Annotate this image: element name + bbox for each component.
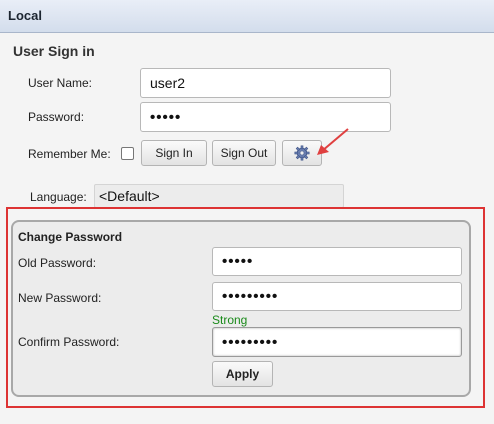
language-select[interactable]: <Default> bbox=[94, 184, 344, 208]
old-password-label: Old Password: bbox=[18, 256, 97, 270]
sign-out-button[interactable]: Sign Out bbox=[212, 140, 276, 166]
new-password-label: New Password: bbox=[18, 291, 102, 305]
confirm-password-input[interactable]: ••••••••• bbox=[212, 327, 462, 357]
remember-me-label: Remember Me: bbox=[28, 147, 111, 161]
password-label: Password: bbox=[28, 110, 85, 124]
header-title: Local bbox=[8, 8, 42, 23]
section-title-user-sign-in: User Sign in bbox=[13, 43, 95, 59]
username-input[interactable]: user2 bbox=[140, 68, 391, 98]
sign-in-button[interactable]: Sign In bbox=[141, 140, 207, 166]
confirm-password-label: Confirm Password: bbox=[18, 335, 120, 349]
remember-me-checkbox[interactable] bbox=[121, 147, 134, 160]
username-label: User Name: bbox=[28, 76, 93, 90]
gear-icon bbox=[294, 145, 310, 161]
new-password-input[interactable]: ••••••••• bbox=[212, 282, 462, 311]
language-label: Language: bbox=[30, 190, 87, 204]
change-password-title: Change Password bbox=[18, 230, 123, 244]
annotation-arrow-icon bbox=[317, 128, 349, 155]
password-strength-indicator: Strong bbox=[212, 313, 248, 327]
old-password-input[interactable]: ••••• bbox=[212, 247, 462, 276]
apply-button[interactable]: Apply bbox=[212, 361, 273, 387]
panel-header: Local bbox=[0, 0, 494, 33]
